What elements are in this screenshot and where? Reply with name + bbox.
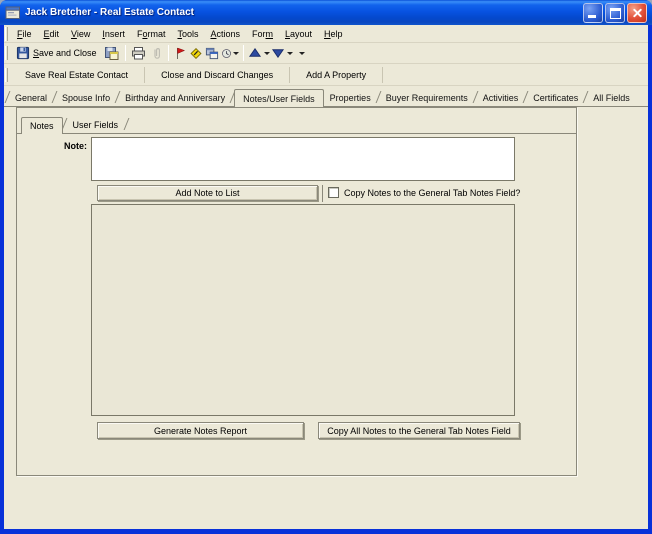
toolbar-grip[interactable] [5,46,8,60]
tab-all-fields[interactable]: All Fields [587,91,636,106]
tab-general[interactable]: General [9,91,53,106]
menu-view[interactable]: View [65,27,96,41]
previous-item-dropdown-icon[interactable] [263,51,270,55]
flag-icon[interactable] [172,44,188,62]
print-icon[interactable] [129,44,149,62]
tab-notes-user-fields[interactable]: Notes/User Fields [234,89,324,107]
maximize-icon[interactable] [605,2,625,23]
subtab-notes[interactable]: Notes [21,117,63,134]
menu-form[interactable]: Form [246,27,279,41]
notes-list[interactable] [91,204,515,416]
note-diamond-icon[interactable] [188,44,204,62]
command-bar-separator [144,66,146,83]
tab-spouse-info[interactable]: Spouse Info [56,91,116,106]
notes-user-fields-panel: Notes User Fields Note: Add Note to List… [16,107,577,476]
close-icon[interactable] [627,2,647,23]
window-title: Jack Bretcher - Real Estate Contact [25,7,194,18]
copy-all-notes-button[interactable]: Copy All Notes to the General Tab Notes … [318,422,520,439]
command-bar-separator [382,66,384,83]
toolbar-options-icon[interactable] [298,51,305,55]
copy-notes-checkbox[interactable] [328,187,339,198]
tab-certificates[interactable]: Certificates [527,91,584,106]
row-divider [322,185,323,202]
tab-activities[interactable]: Activities [477,91,525,106]
notes-sub-tab-strip: Notes User Fields [17,115,576,134]
menu-format[interactable]: Format [131,27,172,41]
attach-icon[interactable] [149,44,165,62]
menu-actions[interactable]: Actions [204,27,246,41]
menu-file[interactable]: File [11,27,38,41]
save-icon [16,46,30,60]
command-bar: Save Real Estate Contact Close and Disca… [4,64,648,86]
note-input[interactable] [91,137,515,181]
command-bar-separator [289,66,291,83]
add-a-property-button[interactable]: Add A Property [292,66,380,84]
previous-item-icon[interactable] [247,44,263,62]
close-and-discard-changes-button[interactable]: Close and Discard Changes [147,66,287,84]
toolbar-separator [124,45,126,61]
history-dropdown-icon [232,51,239,55]
minimize-icon[interactable] [583,2,603,23]
menu-layout[interactable]: Layout [279,27,318,41]
save-and-close-label: Save and Close [33,48,97,58]
add-note-to-list-button[interactable]: Add Note to List [97,185,318,201]
menu-help[interactable]: Help [318,27,349,41]
contact-tab-strip: General Spouse Info Birthday and Anniver… [4,86,648,107]
subtab-user-fields[interactable]: User Fields [66,118,126,133]
menu-insert[interactable]: Insert [96,27,131,41]
form-window-icon[interactable] [5,5,21,20]
title-bar[interactable]: Jack Bretcher - Real Estate Contact [0,0,652,25]
menu-tools[interactable]: Tools [171,27,204,41]
client-area: File Edit View Insert Format Tools Actio… [4,25,648,529]
tab-properties[interactable]: Properties [324,91,377,106]
save-form-icon[interactable] [102,44,122,62]
tab-buyer-requirements[interactable]: Buyer Requirements [380,91,474,106]
command-bar-grip[interactable] [5,67,8,82]
copy-notes-checkbox-label: Copy Notes to the General Tab Notes Fiel… [344,188,521,198]
next-item-dropdown-icon[interactable] [286,51,293,55]
forms-icon[interactable] [204,44,220,62]
save-and-close-button[interactable]: Save and Close [11,44,102,62]
generate-notes-report-button[interactable]: Generate Notes Report [97,422,304,439]
menu-edit[interactable]: Edit [38,27,66,41]
note-label: Note: [64,141,87,151]
history-icon[interactable] [220,44,240,62]
app-window: Jack Bretcher - Real Estate Contact File… [0,0,652,534]
toolbar-separator [242,45,244,61]
toolbar-separator [167,45,169,61]
toolbar: Save and Close [4,43,648,64]
menu-bar-grip[interactable] [5,26,8,41]
save-real-estate-contact-button[interactable]: Save Real Estate Contact [11,66,142,84]
tab-birthday-and-anniversary[interactable]: Birthday and Anniversary [119,91,231,106]
menu-bar: File Edit View Insert Format Tools Actio… [4,25,648,43]
next-item-icon[interactable] [270,44,286,62]
